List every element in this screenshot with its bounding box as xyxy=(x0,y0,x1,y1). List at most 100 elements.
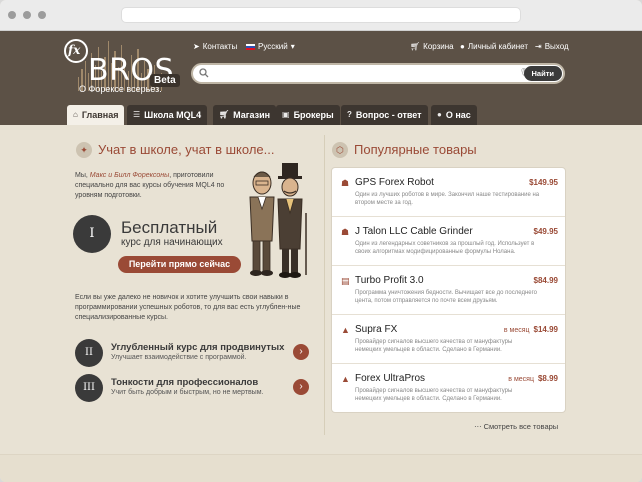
cart-icon: 🛒︎ xyxy=(410,42,421,51)
forexon-brothers-illustration xyxy=(249,163,307,278)
product-desc: Провайдер сигналов высшего качества от м… xyxy=(355,339,513,353)
product-item[interactable]: ▲ Supra FX в месяц $14.99 Провайдер сигна… xyxy=(332,315,565,364)
search-icon xyxy=(199,68,209,78)
page-footer-band xyxy=(0,454,642,482)
search-button[interactable]: Найти xyxy=(523,66,562,81)
calendar-icon: ▤ xyxy=(341,276,350,286)
free-course-title: Бесплатный xyxy=(121,218,218,237)
logout-label: Выход xyxy=(544,42,569,51)
flag-ru-icon xyxy=(246,44,255,50)
home-icon: ⌂ xyxy=(73,110,78,119)
tab-brokers[interactable]: ▣ Брокеры xyxy=(276,105,340,125)
tab-faq-label: Вопрос - ответ xyxy=(355,110,422,120)
ellipsis-icon: ⋯ xyxy=(474,422,484,431)
price-value: $14.99 xyxy=(533,325,558,334)
product-price: $149.95 xyxy=(529,178,558,188)
price-period: в месяц xyxy=(508,376,534,383)
window-close-dot[interactable] xyxy=(8,11,16,19)
warning-icon: ▲ xyxy=(341,325,350,335)
tab-home-label: Главная xyxy=(81,110,119,120)
product-list: ☗ GPS Forex Robot $149.95 Один из лучших… xyxy=(331,167,566,413)
advanced-intro: Если вы уже далеко не новичок и хотите у… xyxy=(75,294,301,321)
price-value: $149.95 xyxy=(529,178,558,187)
product-desc: Один из лучших роботов в мире. Закончил … xyxy=(355,192,540,206)
product-item[interactable]: ☗ GPS Forex Robot $149.95 Один из лучших… xyxy=(332,168,565,217)
product-name[interactable]: Forex UltraPros xyxy=(355,373,425,384)
tab-brokers-label: Брокеры xyxy=(293,110,334,120)
course-title: Углубленный курс для продвинутых xyxy=(111,342,285,353)
product-desc: Один из легендарных советников за прошлы… xyxy=(355,241,535,255)
advanced-course[interactable]: II Углубленный курс для продвинутых Улуч… xyxy=(75,339,315,373)
product-name[interactable]: GPS Forex Robot xyxy=(355,177,434,188)
product-item[interactable]: ☗ J Talon LLC Cable Grinder $49.95 Один … xyxy=(332,217,565,266)
free-course-subtitle: курс для начинающих xyxy=(121,237,223,248)
school-intro: Мы, Макс и Билл Форексоны, приготовили с… xyxy=(75,171,245,201)
see-all-products-link[interactable]: ⋯ Смотреть все товары xyxy=(474,422,558,431)
warning-icon: ▲ xyxy=(341,374,350,384)
logout-icon: ⇥ xyxy=(535,42,542,51)
robot-icon: ☗ xyxy=(341,227,350,237)
window-minimize-dot[interactable] xyxy=(23,11,31,19)
language-select[interactable]: Русский ▾ xyxy=(246,42,295,52)
chevron-right-icon[interactable]: › xyxy=(293,379,309,395)
pro-course[interactable]: III Тонкости для профессионалов Учит быт… xyxy=(75,374,315,408)
search-box: 🎙︎ Найти xyxy=(191,63,565,84)
product-price: в месяц $14.99 xyxy=(504,325,558,336)
tab-faq[interactable]: ? Вопрос - ответ xyxy=(341,105,428,125)
cube-icon: ⬡ xyxy=(332,142,348,158)
product-price: в месяц $8.99 xyxy=(508,374,558,385)
price-period: в месяц xyxy=(503,327,530,334)
account-link[interactable]: ● Личный кабинет xyxy=(460,42,528,52)
product-price: $84.99 xyxy=(534,276,558,286)
question-icon: ? xyxy=(347,110,352,119)
product-desc: Провайдер сигналов высшего качества от м… xyxy=(355,388,513,402)
address-bar[interactable] xyxy=(121,7,521,23)
price-value: $84.99 xyxy=(533,276,558,285)
product-name[interactable]: Supra FX xyxy=(355,324,397,335)
tab-home[interactable]: ⌂ Главная xyxy=(67,105,125,125)
intro-names: Макс и Билл Форексоны xyxy=(89,172,170,179)
course-subtitle: Улучшает взаимодействие с программой. xyxy=(111,354,247,361)
tab-mql4-school[interactable]: ☰ Школа MQL4 xyxy=(127,105,208,125)
window-maximize-dot[interactable] xyxy=(38,11,46,19)
logout-link[interactable]: ⇥ Выход xyxy=(535,42,569,52)
go-now-button[interactable]: Перейти прямо сейчас xyxy=(118,256,241,273)
browser-window: fx BROS Beta О Форексе всерьез. ➤ Контак… xyxy=(0,0,642,482)
language-label: Русский xyxy=(258,42,288,51)
intro-prefix: Мы, xyxy=(75,172,90,179)
course-subtitle: Учит быть добрым и быстрым, но не мертвы… xyxy=(111,389,264,396)
briefcase-icon: ▣ xyxy=(282,110,290,119)
contacts-link[interactable]: ➤ Контакты xyxy=(193,42,237,52)
product-desc: Программа уничтожения бедности. Вычищает… xyxy=(355,290,538,304)
school-title: Учат в школе, учат в школе... xyxy=(98,142,275,157)
course-number-badge: III xyxy=(75,374,103,402)
tab-mql4-label: Школа MQL4 xyxy=(144,110,202,120)
course-number-badge: II xyxy=(75,339,103,367)
column-divider xyxy=(324,135,325,435)
tab-shop[interactable]: 🛒︎ Магазин xyxy=(213,105,277,125)
browser-chrome xyxy=(0,0,642,31)
product-item[interactable]: ▲ Forex UltraPros в месяц $8.99 Провайдер… xyxy=(332,364,565,412)
user-icon: ● xyxy=(437,110,442,119)
robot-icon: ☗ xyxy=(341,178,350,188)
product-name[interactable]: Turbo Profit 3.0 xyxy=(355,275,424,286)
account-label: Личный кабинет xyxy=(467,42,529,51)
product-name[interactable]: J Talon LLC Cable Grinder xyxy=(355,226,473,237)
price-value: $49.95 xyxy=(533,227,558,236)
chevron-right-icon[interactable]: › xyxy=(293,344,309,360)
cart-link[interactable]: 🛒︎ Корзина xyxy=(410,42,454,52)
see-all-label: Смотреть все товары xyxy=(483,422,559,431)
tagline: О Форексе всерьез. xyxy=(79,84,162,94)
compass-icon: ✦ xyxy=(76,142,92,158)
product-price: $49.95 xyxy=(534,227,558,237)
logo-fx: fx xyxy=(68,43,81,57)
course-number-badge: I xyxy=(73,215,111,253)
caret-down-icon: ▾ xyxy=(290,42,295,51)
tab-about[interactable]: ● О нас xyxy=(431,105,477,125)
course-title: Тонкости для профессионалов xyxy=(111,377,259,388)
products-title: Популярные товары xyxy=(354,142,477,157)
tab-about-label: О нас xyxy=(445,110,471,120)
tab-shop-label: Магазин xyxy=(233,110,271,120)
product-item[interactable]: ▤ Turbo Profit 3.0 $84.99 Программа унич… xyxy=(332,266,565,315)
list-icon: ☰ xyxy=(133,110,141,119)
